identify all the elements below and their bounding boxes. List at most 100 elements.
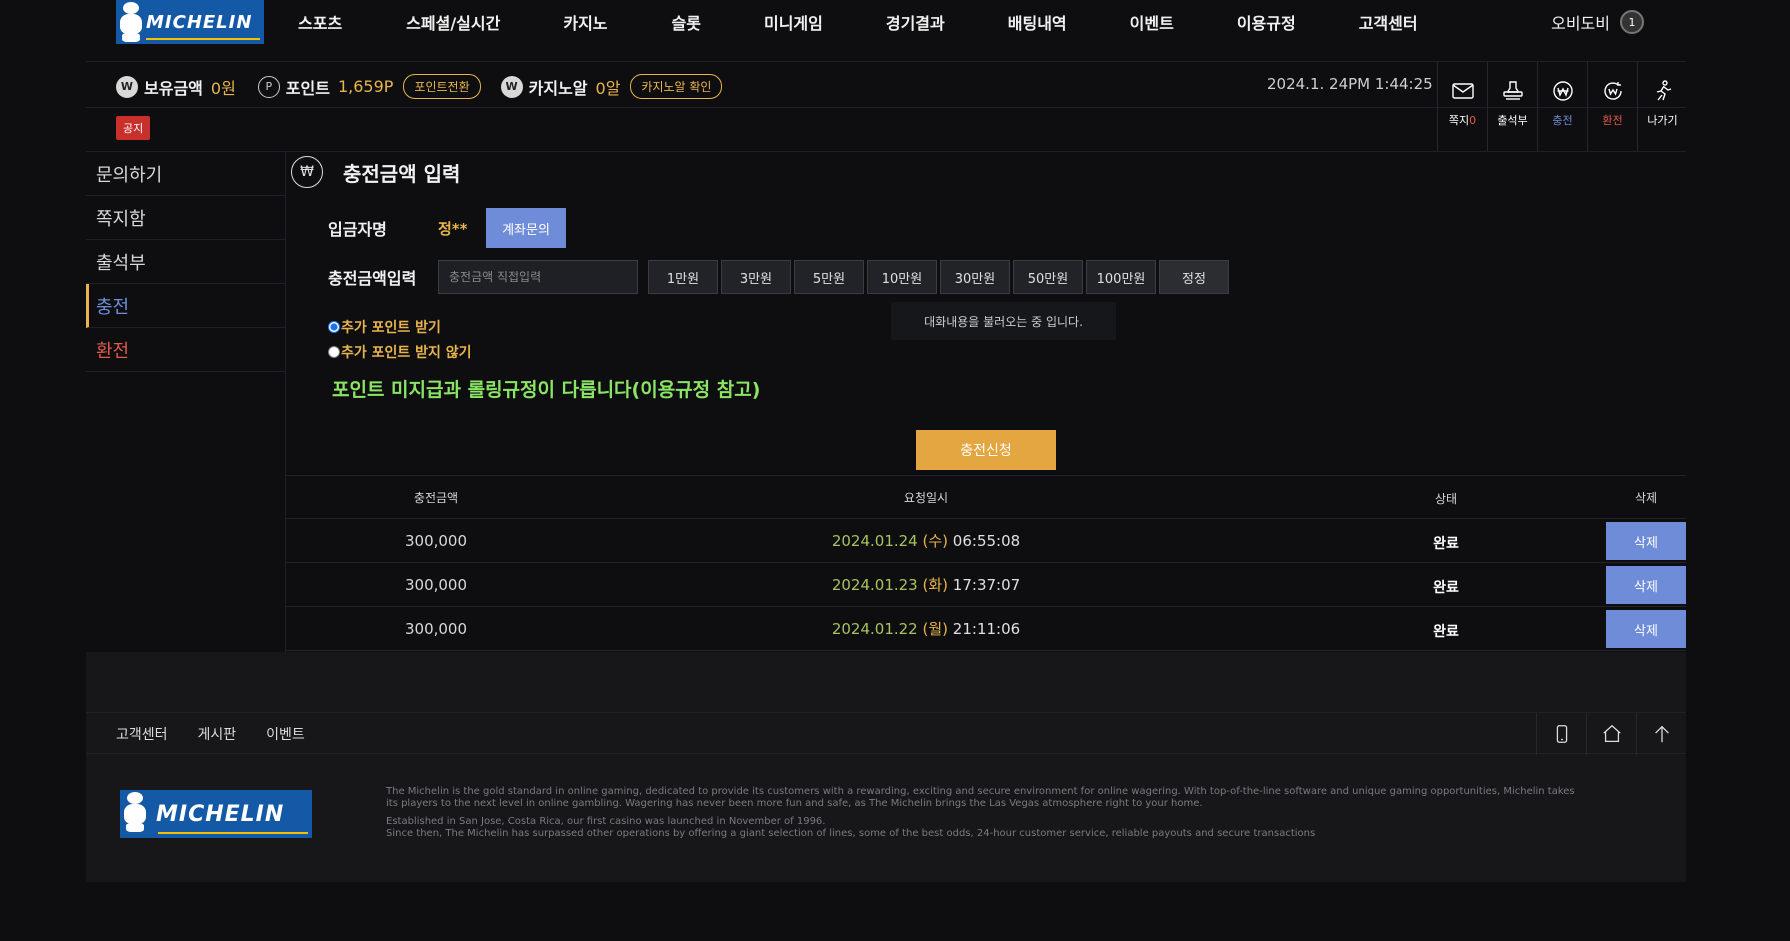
footer-text: The Michelin is the gold standard in onl… — [386, 786, 1586, 846]
row-status: 완료 — [1433, 623, 1459, 640]
amount-30k-button[interactable]: 3만원 — [721, 260, 791, 294]
depositor-row: 입금자명 정** 계좌문의 — [328, 208, 566, 248]
footer: 고객센터 게시판 이벤트 MICHELIN The Michelin is th… — [86, 652, 1686, 882]
sidebar-item-charge[interactable]: 충전 — [86, 284, 285, 328]
row-amount: 300,000 — [404, 575, 468, 594]
footer-nav: 고객센터 게시판 이벤트 — [86, 712, 1686, 755]
arrow-up-icon[interactable] — [1636, 713, 1686, 755]
level-badge: 1 — [1620, 10, 1644, 34]
menu-item-slot[interactable]: 슬롯 — [672, 10, 701, 34]
delete-button[interactable]: 삭제 — [1606, 610, 1686, 648]
footer-link-board[interactable]: 게시판 — [198, 724, 237, 744]
delete-button[interactable]: 삭제 — [1606, 566, 1686, 604]
charge-history-table: 충전금액 요청일시 상태 삭제 300,000 2024.01.24 (수) 0… — [286, 475, 1686, 651]
notice-badge[interactable]: 공지 — [116, 116, 151, 140]
account-inquiry-button[interactable]: 계좌문의 — [486, 208, 566, 248]
header-request-time: 요청일시 — [903, 490, 949, 505]
notice-row: 공지 — [86, 108, 1686, 152]
point-value: 1,659P — [337, 77, 394, 96]
user-info[interactable]: 오비도비 1 — [1551, 10, 1644, 34]
amount-50k-button[interactable]: 5만원 — [794, 260, 864, 294]
page-title-row: ₩ 충전금액 입력 — [291, 156, 460, 188]
page: MICHELIN 스포츠 스페셜/실시간 카지노 슬롯 미니게임 경기결과 배팅… — [86, 0, 1686, 882]
row-amount: 300,000 — [404, 619, 468, 638]
amount-500k-button[interactable]: 50만원 — [1013, 260, 1083, 294]
sidebar-item-inquiry[interactable]: 문의하기 — [86, 152, 285, 196]
menu-item-rules[interactable]: 이용규정 — [1237, 10, 1296, 34]
casino-value: 0알 — [595, 78, 621, 98]
depositor-label: 입금자명 — [328, 220, 387, 239]
menu-item-special-live[interactable]: 스페셜/실시간 — [406, 10, 500, 34]
table-row: 300,000 2024.01.24 (수) 06:55:08 완료 삭제 — [286, 519, 1686, 563]
casino-check-button[interactable]: 카지노알 확인 — [630, 74, 723, 99]
menu-item-minigame[interactable]: 미니게임 — [764, 10, 823, 34]
casino-coin-icon: W — [500, 75, 523, 98]
menu-item-casino[interactable]: 카지노 — [563, 10, 607, 34]
menu-item-support[interactable]: 고객센터 — [1359, 10, 1418, 34]
row-datetime: 2024.01.24 (수) 06:55:08 — [831, 532, 1021, 550]
bonus-point-options: 추가 포인트 받기 추가 포인트 받지 않기 — [328, 314, 472, 364]
warning-text: 포인트 미지급과 롤링규정이 다릅니다(이용규정 참고) — [332, 379, 761, 401]
datetime: 2024.1. 24PM 1:44:25 — [1267, 75, 1433, 93]
header-status: 상태 — [1434, 492, 1458, 506]
radio-bonus-no-row[interactable]: 추가 포인트 받지 않기 — [328, 339, 472, 364]
radio-bonus-yes-row[interactable]: 추가 포인트 받기 — [328, 314, 472, 339]
footer-text-1: The Michelin is the gold standard in onl… — [386, 786, 1575, 809]
menu-item-results[interactable]: 경기결과 — [886, 10, 945, 34]
menu-item-sports[interactable]: 스포츠 — [298, 10, 342, 34]
sidebar-item-attendance[interactable]: 출석부 — [86, 240, 285, 284]
amount-100k-button[interactable]: 10만원 — [867, 260, 937, 294]
amount-row: 충전금액입력 1만원 3만원 5만원 10만원 30만원 50만원 100만원 … — [328, 260, 1232, 294]
michelin-mascot-icon — [116, 0, 146, 44]
won-exchange-icon — [1600, 78, 1626, 104]
balance-value: 0원 — [210, 78, 236, 98]
point-coin-icon: P — [257, 75, 280, 98]
won-icon: ₩ — [291, 156, 323, 188]
home-icon[interactable] — [1586, 713, 1636, 755]
logo-text: MICHELIN — [146, 11, 253, 33]
page-title: 충전금액 입력 — [343, 161, 461, 186]
point-label: 포인트 — [285, 78, 330, 98]
amount-input[interactable] — [438, 260, 638, 294]
table-row: 300,000 2024.01.22 (월) 21:11:06 완료 삭제 — [286, 607, 1686, 651]
stamp-icon — [1500, 78, 1526, 104]
amount-300k-button[interactable]: 30만원 — [940, 260, 1010, 294]
logo[interactable]: MICHELIN — [116, 0, 264, 44]
radio-bonus-yes[interactable] — [328, 320, 340, 333]
loading-tooltip: 대화내용을 불러오는 중 입니다. — [891, 302, 1116, 340]
sidebar-item-exchange[interactable]: 환전 — [86, 328, 285, 372]
amount-reset-button[interactable]: 정정 — [1159, 260, 1229, 294]
main-menu: 스포츠 스페셜/실시간 카지노 슬롯 미니게임 경기결과 배팅내역 이벤트 이용… — [298, 10, 1418, 34]
run-icon — [1650, 78, 1676, 104]
footer-link-event[interactable]: 이벤트 — [266, 724, 305, 744]
footer-logo[interactable]: MICHELIN — [120, 790, 312, 838]
radio-bonus-no[interactable] — [328, 345, 340, 358]
footer-link-support[interactable]: 고객센터 — [116, 724, 168, 744]
header-amount: 충전금액 — [413, 490, 459, 505]
row-datetime: 2024.01.22 (월) 21:11:06 — [831, 620, 1021, 638]
charge-submit-button[interactable]: 충전신청 — [916, 430, 1056, 470]
won-coin-icon: W — [116, 75, 138, 98]
menu-item-bet-history[interactable]: 배팅내역 — [1008, 10, 1067, 34]
row-status: 완료 — [1433, 579, 1459, 596]
point-convert-button[interactable]: 포인트전환 — [403, 74, 481, 99]
amount-1m-button[interactable]: 100만원 — [1086, 260, 1156, 294]
row-datetime: 2024.01.23 (화) 17:37:07 — [831, 576, 1021, 594]
mobile-icon[interactable] — [1536, 713, 1586, 755]
michelin-mascot-icon — [120, 790, 156, 838]
radio-bonus-yes-label: 추가 포인트 받기 — [341, 319, 441, 336]
table-header: 충전금액 요청일시 상태 삭제 — [286, 475, 1686, 519]
casino-label: 카지노알 — [528, 78, 588, 98]
menu-item-event[interactable]: 이벤트 — [1130, 10, 1174, 34]
amount-10k-button[interactable]: 1만원 — [648, 260, 718, 294]
balance-label: 보유금액 — [144, 78, 203, 98]
footer-text-2: Established in San Jose, Costa Rica, our… — [386, 816, 826, 827]
row-status: 완료 — [1433, 535, 1459, 552]
depositor-name: 정** — [438, 219, 468, 238]
content: 문의하기 쪽지함 출석부 충전 환전 ₩ 충전금액 입력 입금자명 정** 계좌… — [86, 152, 1686, 652]
sidebar-item-messages[interactable]: 쪽지함 — [86, 196, 285, 240]
delete-button[interactable]: 삭제 — [1606, 522, 1686, 560]
mail-icon — [1450, 78, 1476, 104]
footer-text-3: Since then, The Michelin has surpassed o… — [386, 828, 1316, 839]
top-nav: MICHELIN 스포츠 스페셜/실시간 카지노 슬롯 미니게임 경기결과 배팅… — [86, 0, 1686, 62]
